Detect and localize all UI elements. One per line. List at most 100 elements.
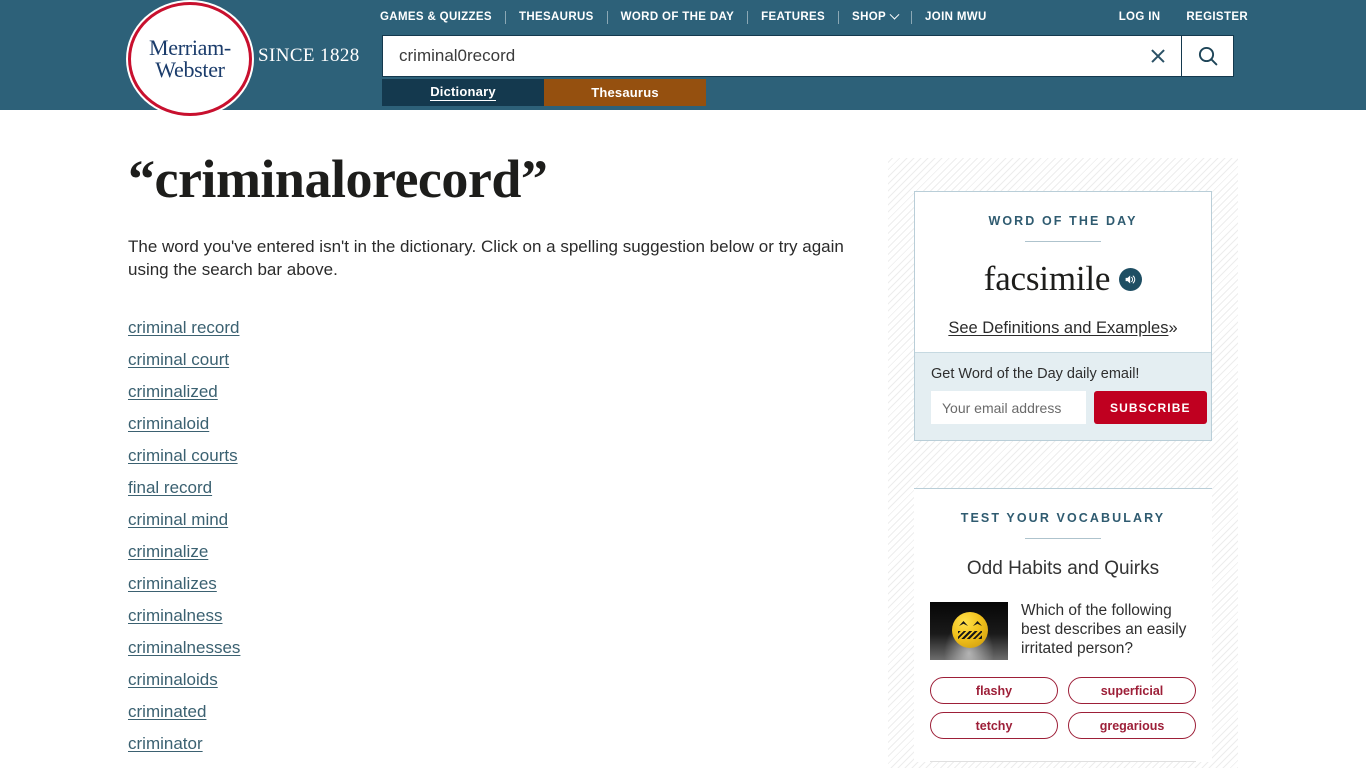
nav-item-shop[interactable]: SHOP — [839, 9, 911, 23]
suggestion-link[interactable]: criminalize — [128, 536, 208, 568]
suggestion-link[interactable]: criminator — [128, 728, 203, 760]
list-item: criminalness — [128, 600, 868, 632]
quiz-title: Odd Habits and Quirks — [966, 558, 1160, 579]
list-item: criminal courts — [128, 440, 868, 472]
list-item: criminated — [128, 696, 868, 728]
tab-thesaurus[interactable]: Thesaurus — [544, 79, 706, 106]
nav-item-join-mwu[interactable]: JOIN MWU — [912, 11, 1000, 23]
suggestion-link[interactable]: criminalness — [128, 600, 222, 632]
divider — [1025, 241, 1101, 242]
search-icon — [1198, 46, 1217, 66]
nav-item-games-quizzes[interactable]: GAMES & QUIZZES — [380, 11, 505, 23]
auth-nav: LOG IN REGISTER — [1106, 9, 1248, 25]
list-item: final record — [128, 472, 868, 504]
sidebar: WORD OF THE DAY facsimile See Definition… — [888, 158, 1238, 768]
list-item: criminal mind — [128, 504, 868, 536]
list-item: criminalized — [128, 376, 868, 408]
word-of-the-day-word-row: facsimile — [931, 259, 1195, 299]
suggestion-link[interactable]: criminal mind — [128, 504, 228, 536]
logo-circle: Merriam- Webster — [128, 2, 252, 116]
email-field[interactable] — [931, 391, 1086, 424]
divider — [1025, 538, 1101, 539]
suggestion-link[interactable]: final record — [128, 472, 212, 504]
nav-label: JOIN MWU — [925, 11, 987, 23]
chevron-down-icon — [889, 9, 900, 20]
list-item: criminal record — [128, 312, 868, 344]
quiz-answer-gregarious[interactable]: gregarious — [1068, 712, 1196, 739]
suggestion-link[interactable]: criminaloid — [128, 408, 209, 440]
page-title: “criminalorecord” — [128, 149, 548, 209]
logo-line-1: Merriam- — [149, 34, 231, 60]
nav-label: SHOP — [852, 11, 887, 23]
word-of-the-day-card: WORD OF THE DAY facsimile See Definition… — [914, 191, 1212, 441]
subscribe-label: Get Word of the Day daily email! — [931, 366, 1140, 382]
login-link[interactable]: LOG IN — [1106, 11, 1174, 23]
suggestion-link[interactable]: criminal record — [128, 312, 239, 344]
quiz-answers: flashy superficial tetchy gregarious — [930, 677, 1196, 739]
link-arrow: » — [1168, 319, 1178, 337]
list-item: criminaloid — [128, 408, 868, 440]
speaker-icon[interactable] — [1119, 267, 1143, 291]
quiz-answer-superficial[interactable]: superficial — [1068, 677, 1196, 704]
nav-label: WORD OF THE DAY — [620, 11, 735, 23]
word-of-the-day-body: WORD OF THE DAY facsimile See Definition… — [915, 192, 1211, 352]
nav-item-word-of-the-day[interactable]: WORD OF THE DAY — [608, 11, 747, 23]
quiz-answer-tetchy[interactable]: tetchy — [930, 712, 1058, 739]
list-item: criminaloids — [128, 664, 868, 696]
word-of-the-day-word: facsimile — [983, 259, 1111, 298]
list-item: criminators — [128, 760, 868, 768]
speaker-glyph — [1125, 275, 1136, 283]
search-scope-tabs: Dictionary Thesaurus — [382, 79, 706, 106]
page-body: “criminalorecord” The word you've entere… — [0, 110, 1366, 768]
nav-label: THESAURUS — [518, 11, 594, 23]
subscribe-box: Get Word of the Day daily email! SUBSCRI… — [915, 352, 1211, 440]
nav-label: GAMES & QUIZZES — [380, 11, 492, 23]
test-your-vocabulary-card: TEST YOUR VOCABULARY Odd Habits and Quir… — [914, 488, 1212, 762]
subscribe-button[interactable]: SUBSCRIBE — [1094, 391, 1207, 424]
since-tagline: SINCE 1828 — [258, 45, 360, 66]
spelling-suggestions-list: criminal record criminal court criminali… — [128, 312, 868, 768]
subscribe-row: SUBSCRIBE — [931, 391, 1207, 424]
list-item: criminal court — [128, 344, 868, 376]
search-bar — [382, 35, 1234, 77]
nav-item-features[interactable]: FEATURES — [748, 11, 838, 23]
see-definitions-link[interactable]: See Definitions and Examples — [948, 319, 1168, 337]
angry-face-ball-image — [930, 602, 1008, 660]
clear-icon[interactable] — [1135, 36, 1181, 76]
suggestion-link[interactable]: criminal court — [128, 344, 229, 376]
quiz-answer-flashy[interactable]: flashy — [930, 677, 1058, 704]
search-input[interactable] — [383, 36, 1135, 76]
suggestion-link[interactable]: criminalnesses — [128, 632, 240, 664]
suggestion-link[interactable]: criminalized — [128, 376, 218, 408]
primary-nav: GAMES & QUIZZES THESAURUS WORD OF THE DA… — [380, 9, 1000, 25]
logo-line-2: Webster — [155, 57, 225, 82]
site-logo[interactable]: Merriam- Webster — [128, 2, 252, 116]
suggestion-link[interactable]: criminaloids — [128, 664, 218, 696]
list-item: criminalize — [128, 536, 868, 568]
tab-label: Thesaurus — [591, 85, 659, 100]
list-item: criminalizes — [128, 568, 868, 600]
quiz-kicker: TEST YOUR VOCABULARY — [960, 511, 1166, 525]
quiz-body: Which of the following best describes an… — [930, 602, 1196, 660]
tab-label: Dictionary — [430, 84, 496, 101]
nav-item-thesaurus[interactable]: THESAURUS — [506, 11, 607, 23]
site-header: Merriam- Webster SINCE 1828 GAMES & QUIZ… — [0, 0, 1366, 116]
suggestion-link[interactable]: criminated — [128, 696, 206, 728]
suggestion-link[interactable]: criminalizes — [128, 568, 217, 600]
logo-text: Merriam- Webster — [149, 34, 231, 82]
tab-dictionary[interactable]: Dictionary — [382, 79, 544, 106]
list-item: criminator — [128, 728, 868, 760]
suggestion-link[interactable]: criminal courts — [128, 440, 238, 472]
no-result-message: The word you've entered isn't in the dic… — [128, 237, 844, 279]
list-item: criminalnesses — [128, 632, 868, 664]
word-of-the-day-kicker: WORD OF THE DAY — [988, 214, 1138, 228]
mouth — [958, 631, 982, 639]
word-of-the-day-link-row: See Definitions and Examples» — [931, 319, 1195, 338]
suggestion-link[interactable]: criminators — [128, 760, 211, 768]
ball-shape — [952, 612, 988, 648]
search-button[interactable] — [1181, 36, 1233, 76]
nav-label: FEATURES — [761, 11, 826, 23]
quiz-question: Which of the following best describes an… — [1021, 602, 1187, 657]
register-link[interactable]: REGISTER — [1173, 11, 1248, 23]
main-content: “criminalorecord” The word you've entere… — [128, 110, 868, 768]
